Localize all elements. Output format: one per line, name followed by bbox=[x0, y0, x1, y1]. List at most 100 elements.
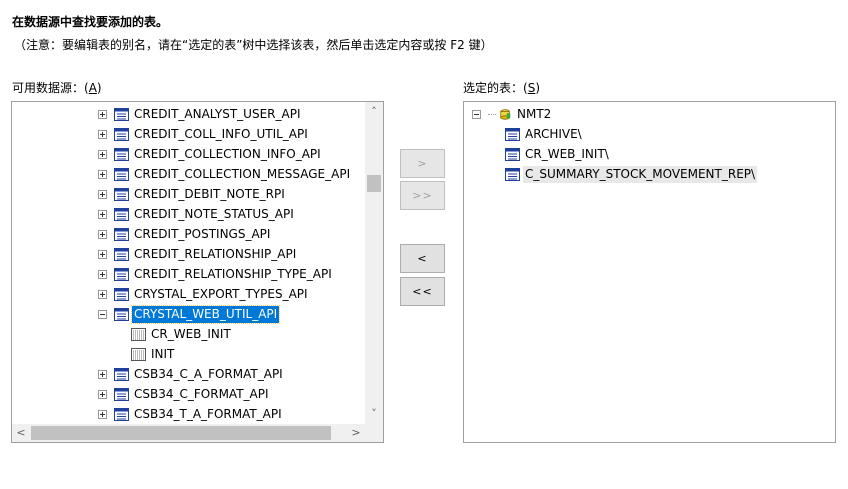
table-icon bbox=[114, 247, 129, 261]
tree-child-item[interactable]: CR_WEB_INIT bbox=[131, 324, 233, 344]
tree-table-item[interactable]: CREDIT_RELATIONSHIP_API bbox=[98, 244, 298, 264]
table-icon bbox=[114, 227, 129, 241]
vertical-scroll-thumb[interactable] bbox=[367, 175, 381, 192]
database-icon bbox=[500, 108, 511, 120]
tree-item-label: CR_WEB_INIT bbox=[151, 326, 231, 341]
expand-toggle-icon[interactable] bbox=[98, 369, 107, 379]
procedure-icon bbox=[131, 327, 146, 341]
remove-table-button[interactable]: < bbox=[400, 244, 445, 273]
tree-table-item[interactable]: CRYSTAL_WEB_UTIL_API bbox=[98, 304, 281, 324]
expand-toggle-icon[interactable] bbox=[98, 129, 107, 139]
scroll-down-arrow-icon[interactable]: ˅ bbox=[365, 406, 383, 422]
tree-table-item[interactable]: CREDIT_COLL_INFO_UTIL_API bbox=[98, 124, 310, 144]
table-icon bbox=[114, 307, 129, 321]
tree-table-item[interactable]: CREDIT_RELATIONSHIP_TYPE_API bbox=[98, 264, 334, 284]
tree-item-label: ARCHIVE\ bbox=[525, 126, 582, 141]
available-sources-label: 可用数据源：(A) bbox=[12, 79, 102, 96]
table-icon bbox=[114, 107, 129, 121]
selected-tables-label-text: 选定的表：( bbox=[463, 81, 528, 95]
tree-connector bbox=[488, 113, 496, 115]
tree-item-label: CRYSTAL_EXPORT_TYPES_API bbox=[134, 286, 308, 301]
tree-table-item[interactable]: CREDIT_COLLECTION_MESSAGE_API bbox=[98, 164, 352, 184]
tree-item-label: CREDIT_RELATIONSHIP_TYPE_API bbox=[134, 266, 332, 281]
collapse-toggle-icon[interactable] bbox=[98, 309, 107, 319]
table-icon bbox=[114, 187, 129, 201]
tree-item-label: CREDIT_RELATIONSHIP_API bbox=[134, 246, 297, 261]
tree-item-label: CREDIT_COLLECTION_MESSAGE_API bbox=[134, 166, 351, 181]
expand-toggle-icon[interactable] bbox=[98, 289, 107, 299]
table-icon bbox=[505, 127, 520, 141]
tree-item-label: CREDIT_ANALYST_USER_API bbox=[134, 106, 301, 121]
tree-table-item[interactable]: CREDIT_NOTE_STATUS_API bbox=[98, 204, 296, 224]
tree-child-item[interactable]: INIT bbox=[131, 344, 176, 364]
tree-table-item[interactable]: CSB34_T_A_FORMAT_API bbox=[98, 404, 284, 424]
selected-table-item[interactable]: C_SUMMARY_STOCK_MOVEMENT_REP\ bbox=[505, 164, 758, 184]
tree-item-label: C_SUMMARY_STOCK_MOVEMENT_REP\ bbox=[523, 165, 758, 183]
selected-tables-tree[interactable]: NMT2 ARCHIVE\ CR_WEB_INIT\ C_SUMMARY_STO… bbox=[463, 101, 836, 443]
selected-tables-label: 选定的表：(S) bbox=[463, 79, 540, 96]
expand-toggle-icon[interactable] bbox=[98, 229, 107, 239]
available-sources-accesskey: A bbox=[88, 81, 97, 95]
table-icon bbox=[114, 407, 129, 421]
scroll-right-arrow-icon[interactable]: > bbox=[347, 425, 365, 441]
available-sources-tree[interactable]: ˄ ˅ < > CREDIT_ANALYST_USER_API CREDIT_C… bbox=[11, 101, 384, 443]
scrollbar-corner bbox=[365, 424, 383, 442]
expand-toggle-icon[interactable] bbox=[98, 269, 107, 279]
root-connection-label: NMT2 bbox=[517, 106, 552, 121]
selected-table-item[interactable]: CR_WEB_INIT\ bbox=[505, 144, 611, 164]
table-icon bbox=[114, 167, 129, 181]
table-icon bbox=[114, 367, 129, 381]
add-table-button[interactable]: > bbox=[400, 149, 445, 178]
tree-table-item[interactable]: CREDIT_DEBIT_NOTE_RPI bbox=[98, 184, 287, 204]
scroll-up-arrow-icon[interactable]: ˄ bbox=[365, 104, 383, 120]
table-icon bbox=[114, 267, 129, 281]
vertical-scrollbar[interactable]: ˄ ˅ bbox=[365, 102, 383, 424]
available-sources-label-close: ) bbox=[96, 81, 102, 95]
expand-toggle-icon[interactable] bbox=[98, 409, 107, 419]
tree-item-label: CREDIT_COLLECTION_INFO_API bbox=[134, 146, 321, 161]
expand-toggle-icon[interactable] bbox=[98, 209, 107, 219]
tree-item-label: CRYSTAL_WEB_UTIL_API bbox=[130, 304, 281, 324]
expand-toggle-icon[interactable] bbox=[98, 389, 107, 399]
tree-table-item[interactable]: CREDIT_COLLECTION_INFO_API bbox=[98, 144, 323, 164]
remove-all-button[interactable]: << bbox=[400, 277, 445, 306]
tree-item-label: CREDIT_COLL_INFO_UTIL_API bbox=[134, 126, 308, 141]
tree-root-row[interactable]: NMT2 bbox=[472, 104, 553, 124]
expand-toggle-icon[interactable] bbox=[98, 149, 107, 159]
tree-item-label: CR_WEB_INIT\ bbox=[525, 146, 609, 161]
expand-toggle-icon[interactable] bbox=[98, 249, 107, 259]
tree-table-item[interactable]: CSB34_C_A_FORMAT_API bbox=[98, 364, 285, 384]
available-sources-label-text: 可用数据源：( bbox=[12, 81, 89, 95]
horizontal-scroll-thumb[interactable] bbox=[31, 426, 331, 440]
selected-table-item[interactable]: ARCHIVE\ bbox=[505, 124, 584, 144]
table-icon bbox=[114, 207, 129, 221]
tree-table-item[interactable]: CSB34_C_FORMAT_API bbox=[98, 384, 271, 404]
procedure-icon bbox=[131, 347, 146, 361]
tree-table-item[interactable]: CREDIT_ANALYST_USER_API bbox=[98, 104, 302, 124]
horizontal-scrollbar[interactable]: < > bbox=[12, 424, 365, 442]
tree-table-item[interactable]: CRYSTAL_EXPORT_TYPES_API bbox=[98, 284, 310, 304]
expand-toggle-icon[interactable] bbox=[98, 109, 107, 119]
scroll-left-arrow-icon[interactable]: < bbox=[12, 425, 30, 441]
tree-item-label: CSB34_C_FORMAT_API bbox=[134, 386, 269, 401]
tree-item-label: INIT bbox=[151, 346, 175, 361]
tree-item-label: CREDIT_DEBIT_NOTE_RPI bbox=[134, 186, 285, 201]
table-icon bbox=[114, 127, 129, 141]
table-icon bbox=[505, 167, 520, 181]
tree-table-item[interactable]: CREDIT_POSTINGS_API bbox=[98, 224, 272, 244]
expand-toggle-icon[interactable] bbox=[98, 169, 107, 179]
table-icon bbox=[114, 287, 129, 301]
table-icon bbox=[505, 147, 520, 161]
expand-toggle-icon[interactable] bbox=[98, 189, 107, 199]
dialog-note: （注意：要编辑表的别名，请在“选定的表”树中选择该表，然后单击选定内容或按 F2… bbox=[14, 38, 493, 52]
collapse-toggle-icon[interactable] bbox=[472, 109, 481, 119]
table-icon bbox=[114, 147, 129, 161]
add-all-button[interactable]: >> bbox=[400, 181, 445, 210]
tree-item-label: CSB34_T_A_FORMAT_API bbox=[134, 406, 282, 421]
tree-item-label: CREDIT_POSTINGS_API bbox=[134, 226, 271, 241]
tree-item-label: CREDIT_NOTE_STATUS_API bbox=[134, 206, 294, 221]
tree-item-label: CSB34_C_A_FORMAT_API bbox=[134, 366, 283, 381]
table-icon bbox=[114, 387, 129, 401]
selected-tables-label-close: ) bbox=[535, 81, 540, 95]
dialog-title: 在数据源中查找要添加的表。 bbox=[12, 15, 169, 29]
